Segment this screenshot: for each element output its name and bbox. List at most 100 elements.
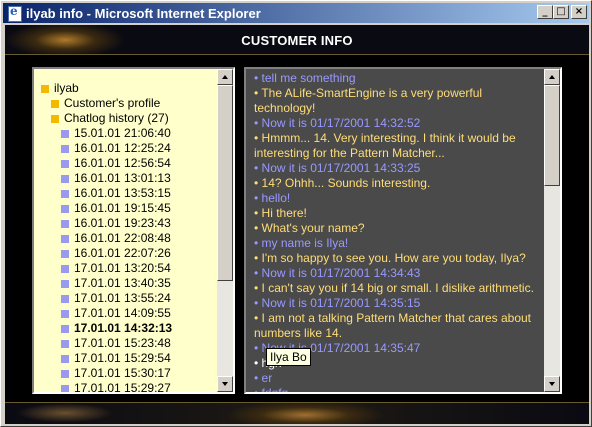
internet-explorer-icon <box>6 4 22 22</box>
tree-item-label: Chatlog history (27) <box>64 111 169 125</box>
document-icon <box>61 249 69 258</box>
window-controls: _ □ × <box>537 5 587 19</box>
tree-item-label: 15.01.01 21:06:40 <box>74 126 171 140</box>
chatlog-entry[interactable]: 16.01.01 12:56:54 <box>34 156 217 171</box>
chatlog-entry[interactable]: 15.01.01 21:06:40 <box>34 126 217 141</box>
window-title: ilyab info - Microsoft Internet Explorer <box>26 5 261 21</box>
document-icon <box>61 369 69 378</box>
chat-scroll-down-button[interactable] <box>544 376 560 392</box>
document-icon <box>61 144 69 153</box>
tree-item-label: 16.01.01 13:53:15 <box>74 186 171 200</box>
document-icon <box>61 189 69 198</box>
folder-icon <box>41 84 49 93</box>
chatlog-entry[interactable]: 17.01.01 15:30:17 <box>34 366 217 381</box>
minimize-button[interactable]: _ <box>537 5 553 19</box>
tree-item-label: 17.01.01 15:30:17 <box>74 366 171 380</box>
document-icon <box>61 279 69 288</box>
document-icon <box>61 204 69 213</box>
chatlog-entry[interactable]: 17.01.01 13:55:24 <box>34 291 217 306</box>
chat-message: • Now it is 01/17/2001 14:33:25 <box>254 161 421 175</box>
tree-item-label: 17.01.01 15:29:27 <box>74 381 171 392</box>
chat-message: • Now it is 01/17/2001 14:32:52 <box>254 116 421 130</box>
tree-item-label: 16.01.01 19:23:43 <box>74 216 171 230</box>
chatlog-entry[interactable]: 16.01.01 22:07:26 <box>34 246 217 261</box>
chat-message: • Now it is 01/17/2001 14:34:43 <box>254 266 421 280</box>
document-icon <box>61 234 69 243</box>
tree-root-ilyab[interactable]: ilyab <box>34 81 217 96</box>
document-icon <box>61 294 69 303</box>
chatlog-entry[interactable]: 17.01.01 15:29:54 <box>34 351 217 366</box>
chatlog-entry[interactable]: 16.01.01 13:53:15 <box>34 186 217 201</box>
tree-root-label: ilyab <box>54 81 79 95</box>
chatlog-entry[interactable]: 17.01.01 13:20:54 <box>34 261 217 276</box>
tree-item-label: 16.01.01 22:08:48 <box>74 231 171 245</box>
header-banner: CUSTOMER INFO <box>5 25 589 55</box>
customer-tree: ilyab Customer's profile Chatlog history … <box>34 69 217 392</box>
tree-item-label: 17.01.01 13:40:35 <box>74 276 171 290</box>
title-bar[interactable]: ilyab info - Microsoft Internet Explorer… <box>3 3 589 23</box>
tree-item-label: 16.01.01 12:56:54 <box>74 156 171 170</box>
chatlog-entry[interactable]: 17.01.01 14:32:13 <box>34 321 217 336</box>
chat-scroll-up-button[interactable] <box>544 69 560 85</box>
document-icon <box>61 129 69 138</box>
chatlog-entry[interactable]: 16.01.01 19:23:43 <box>34 216 217 231</box>
ie-window: ilyab info - Microsoft Internet Explorer… <box>0 0 592 427</box>
chat-message: • my name is Ilya! <box>254 236 349 250</box>
chat-message: • Now it is 01/17/2001 14:35:15 <box>254 296 421 310</box>
tree-scroll-up-button[interactable] <box>217 69 233 85</box>
footer-banner <box>5 402 589 424</box>
chat-message: • What's your name? <box>254 221 365 235</box>
chat-message: • I'm so happy to see you. How are you t… <box>254 251 526 265</box>
tree-item-label: 17.01.01 15:29:54 <box>74 351 171 365</box>
tooltip: Ilya Bo <box>266 348 311 366</box>
folder-icon <box>51 114 59 123</box>
chatlog-panel: • tell me something • The ALife-SmartEngi… <box>244 67 562 394</box>
chatlog-entry[interactable]: 16.01.01 13:01:13 <box>34 171 217 186</box>
chat-scroll-thumb[interactable] <box>544 85 560 186</box>
tree-scroll-thumb[interactable] <box>217 85 233 281</box>
close-button[interactable]: × <box>571 5 587 19</box>
tree-item-label: 16.01.01 13:01:13 <box>74 171 171 185</box>
chatlog-entry[interactable]: 17.01.01 14:09:55 <box>34 306 217 321</box>
chat-message: • Hmmm... 14. Very interesting. I think … <box>254 131 516 160</box>
document-icon <box>61 384 69 392</box>
chatlog-entry[interactable]: 17.01.01 13:40:35 <box>34 276 217 291</box>
chat-message: • I am not a talking Pattern Matcher tha… <box>254 311 532 340</box>
chat-message: • The ALife-SmartEngine is a very powerf… <box>254 86 483 115</box>
document-icon <box>61 174 69 183</box>
tree-node[interactable]: Chatlog history (27) <box>34 111 217 126</box>
document-icon <box>61 219 69 228</box>
chat-message: • hello! <box>254 191 291 205</box>
tree-item-label: 16.01.01 19:15:45 <box>74 201 171 215</box>
tree-item-label: 17.01.01 15:23:48 <box>74 336 171 350</box>
page-title: CUSTOMER INFO <box>241 33 353 48</box>
tree-item-label: 17.01.01 14:32:13 <box>74 321 173 335</box>
tree-item-label: 16.01.01 12:25:24 <box>74 141 171 155</box>
tree-node[interactable]: Customer's profile <box>34 96 217 111</box>
chat-message: • I can't say you if 14 big or small. I … <box>254 281 534 295</box>
chat-message: • 14? Ohhh... Sounds interesting. <box>254 176 431 190</box>
folder-icon <box>51 99 59 108</box>
tree-scrollbar[interactable] <box>217 69 233 392</box>
tree-scroll-down-button[interactable] <box>217 376 233 392</box>
tree-item-label: 17.01.01 13:20:54 <box>74 261 171 275</box>
document-icon <box>61 264 69 273</box>
tree-item-label: Customer's profile <box>64 96 161 110</box>
chat-message: • tell me something <box>254 71 356 85</box>
chatlog-entry[interactable]: 17.01.01 15:29:27 <box>34 381 217 392</box>
chat-message: • fdgfg <box>254 386 538 392</box>
customer-tree-panel: ilyab Customer's profile Chatlog history … <box>32 67 235 394</box>
maximize-button[interactable]: □ <box>553 5 569 19</box>
chatlog-entry[interactable]: 16.01.01 22:08:48 <box>34 231 217 246</box>
chatlog-entry[interactable]: 16.01.01 12:25:24 <box>34 141 217 156</box>
chatlog-entry[interactable]: 16.01.01 19:15:45 <box>34 201 217 216</box>
tree-item-label: 17.01.01 14:09:55 <box>74 306 171 320</box>
document-icon <box>61 159 69 168</box>
chat-message: • Hi there! <box>254 206 307 220</box>
tree-item-label: 17.01.01 13:55:24 <box>74 291 171 305</box>
chat-message: • er <box>254 371 273 385</box>
chat-scrollbar[interactable] <box>544 69 560 392</box>
chatlog-messages: • tell me something • The ALife-SmartEngi… <box>246 69 544 392</box>
document-icon <box>61 354 69 363</box>
chatlog-entry[interactable]: 17.01.01 15:23:48 <box>34 336 217 351</box>
